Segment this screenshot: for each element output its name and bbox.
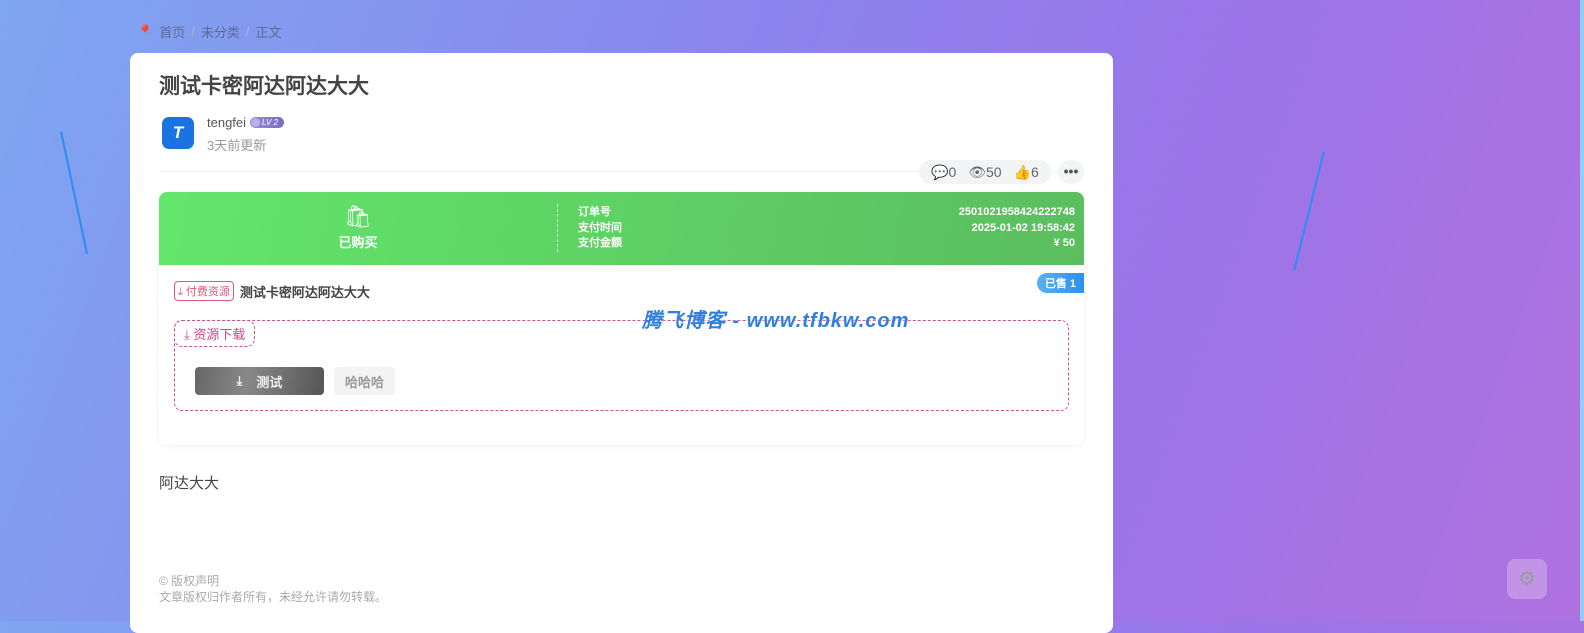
download-box: ⤓ 资源下载 ⤓ 测试 哈哈哈 [174,320,1069,411]
copyright-notice: © 版权声明 文章版权归作者所有，未经允许请勿转载。 [159,574,388,604]
views-stat: 👁50 [968,164,1001,181]
author-name[interactable]: tengfei [207,115,246,130]
breadcrumb: 📍 首页 / 未分类 / 正文 [137,22,281,41]
pay-amount: ¥ 50 [1053,237,1075,249]
pay-amount-label: 支付金额 [578,237,622,249]
scrollbar[interactable] [1580,0,1584,621]
page-title: 测试卡密阿达阿达大大 [159,75,369,98]
purchase-box: 🛍 已购买 订单号 2501021958424222748 支付时间 2025-01-… [159,192,1084,445]
divider [557,204,558,252]
views-count: 50 [986,163,1002,180]
shopping-bag-icon: 🛍 [344,204,372,229]
comments-count: 0 [948,163,957,180]
arrow-decoration [1293,151,1325,271]
resource-name: 测试卡密阿达阿达大大 [239,284,370,300]
purchased-label: 已购买 [338,235,378,250]
avatar[interactable]: T [162,117,194,149]
likes-count: 6 [1031,163,1039,180]
comments-stat[interactable]: 💬0 [931,164,956,181]
order-number: 2501021958424222748 [958,206,1075,218]
thumbs-up-icon: 👍 [1013,163,1032,180]
download-label: ⤓ 资源下载 [174,320,256,347]
location-pin-icon: 📍 [137,23,154,39]
level-badge: LV 2 [250,117,285,128]
pay-time: 2025-01-02 19:58:42 [971,221,1075,234]
likes-stat[interactable]: 👍6 [1014,164,1039,181]
more-button[interactable]: ••• [1058,160,1084,184]
watermark: 腾飞博客 - www.tfbkw.com [642,310,910,332]
update-time: 3天前更新 [207,138,267,153]
purchased-banner: 🛍 已购买 订单号 2501021958424222748 支付时间 2025-01-… [159,192,1084,265]
eye-icon: 👁 [968,163,987,180]
post-body: 阿达大大 [159,475,220,492]
order-label: 订单号 [578,206,611,218]
download-test-button[interactable]: ⤓ 测试 [195,367,324,395]
breadcrumb-separator: / [191,24,195,39]
sold-badge: 已售 1 [1036,273,1084,293]
download-hahaha-button[interactable]: 哈哈哈 [334,367,395,395]
pay-time-label: 支付时间 [578,221,622,234]
breadcrumb-category[interactable]: 未分类 [201,22,240,41]
breadcrumb-home[interactable]: 首页 [159,22,185,41]
download-icon: ⤓ [184,327,190,342]
arrow-decoration [60,131,88,254]
post-card: 测试卡密阿达阿达大大 T tengfei LV 2 3天前更新 💬0 👁50 👍6… [130,53,1113,633]
breadcrumb-current: 正文 [255,25,282,40]
settings-gear-button[interactable]: ⚙ [1507,559,1547,599]
paid-resource-tag: ⤓ 付费资源 [174,281,234,301]
download-icon: ⤓ [236,373,243,388]
post-stats: 💬0 👁50 👍6 [919,160,1051,184]
breadcrumb-separator: / [245,24,250,39]
comment-icon: 💬 [931,163,949,180]
